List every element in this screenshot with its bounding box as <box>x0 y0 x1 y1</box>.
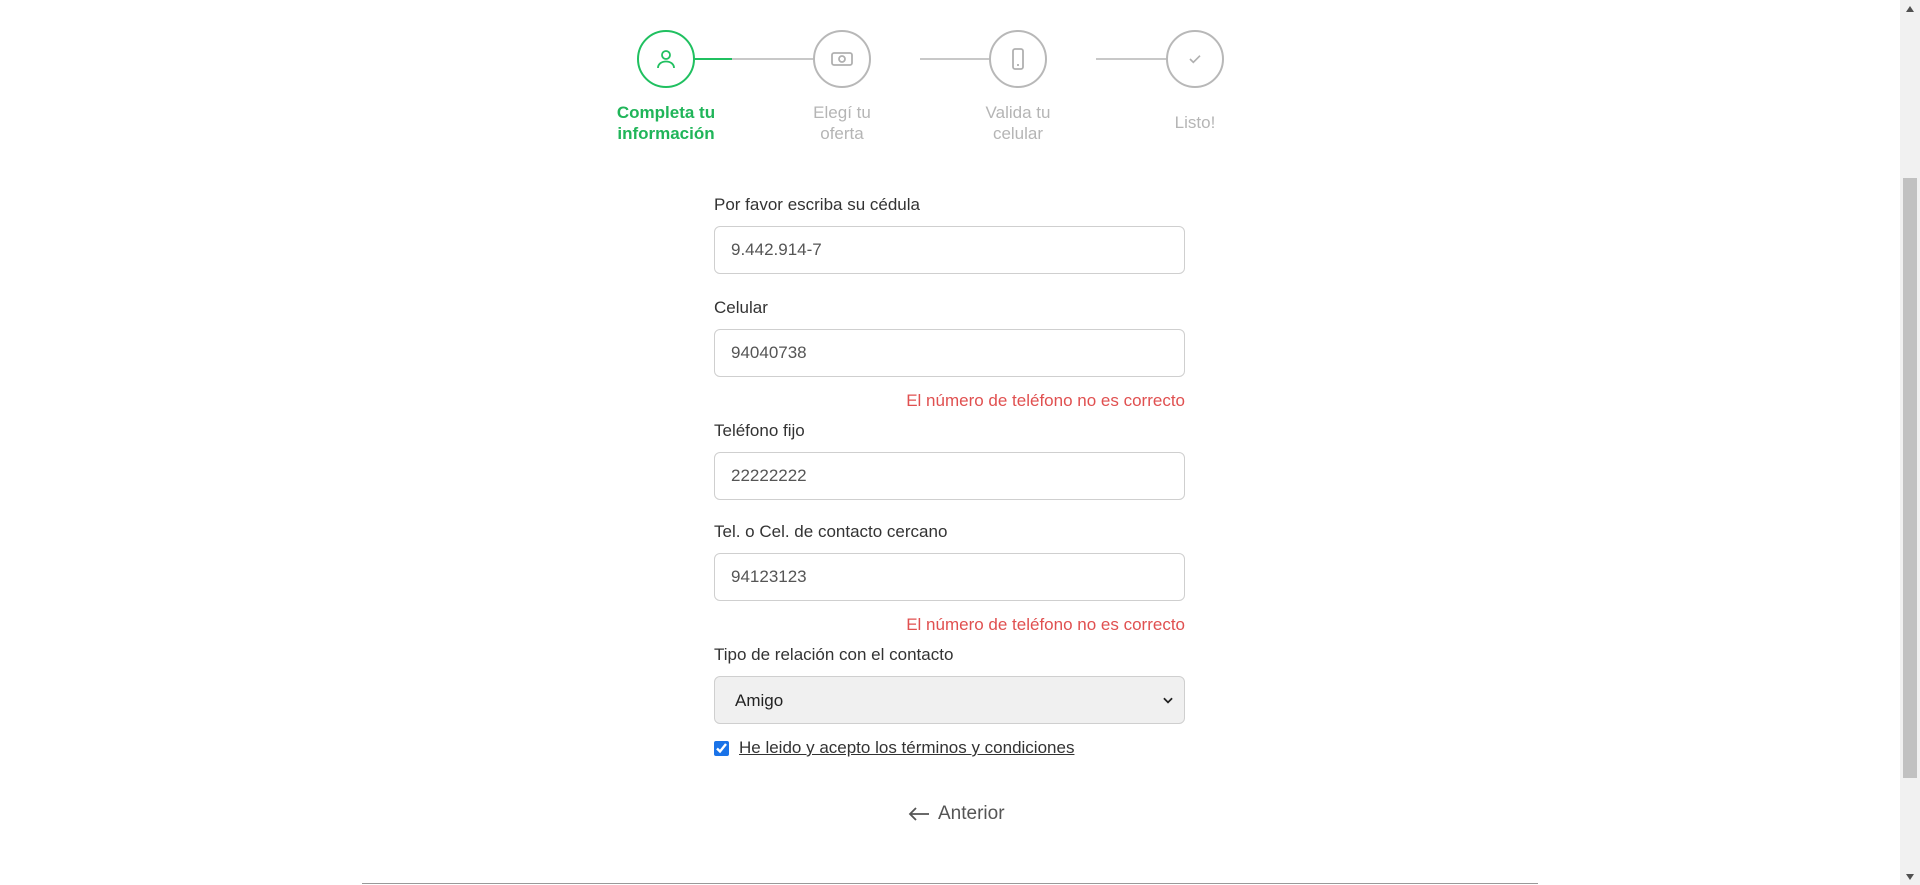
cedula-label: Por favor escriba su cédula <box>714 195 920 214</box>
phone-icon <box>1012 48 1024 70</box>
scrollbar-thumb[interactable] <box>1903 178 1917 778</box>
terms-link[interactable]: He leido y acepto los términos y condici… <box>739 738 1074 758</box>
step-label-line2: celular <box>992 124 1044 143</box>
relacion-select-wrapper: Amigo <box>714 676 1185 724</box>
terms-row: He leido y acepto los términos y condici… <box>714 738 1185 758</box>
telefono-fijo-label: Teléfono fijo <box>714 421 805 440</box>
step-listo: Listo! <box>1135 30 1255 133</box>
step-label: Listo! <box>1135 112 1255 133</box>
personal-info-form: Por favor escriba su cédula Celular El n… <box>714 195 1185 758</box>
step-label: Valida tu celular <box>958 102 1078 144</box>
step-circle <box>1166 30 1224 88</box>
back-button[interactable]: Anterior <box>908 803 1005 825</box>
scroll-down-arrow-icon[interactable] <box>1900 868 1920 885</box>
celular-error-message: El número de teléfono no es correcto <box>906 391 1185 410</box>
step-label-line1: Elegí tu <box>813 103 871 122</box>
celular-label: Celular <box>714 298 768 317</box>
arrow-left-icon <box>908 807 929 821</box>
contacto-input[interactable] <box>714 553 1185 601</box>
step-elegi-oferta: Elegí tu oferta <box>782 30 902 144</box>
contacto-error-message: El número de teléfono no es correcto <box>906 615 1185 634</box>
check-icon <box>1189 55 1201 64</box>
step-circle <box>813 30 871 88</box>
step-label-line1: Valida tu <box>985 103 1051 122</box>
relacion-select[interactable]: Amigo <box>714 676 1185 724</box>
step-label-line2: oferta <box>820 124 864 143</box>
terms-checkbox[interactable] <box>714 740 729 756</box>
step-label-line2: información <box>617 124 715 143</box>
cedula-input[interactable] <box>714 226 1185 274</box>
step-completa-informacion: Completa tu información <box>606 30 726 144</box>
back-label: Anterior <box>938 803 1005 824</box>
step-circle <box>989 30 1047 88</box>
scrollbar[interactable] <box>1900 0 1920 885</box>
scroll-up-arrow-icon[interactable] <box>1900 0 1920 17</box>
footer-divider <box>362 883 1538 884</box>
step-label-line1: Listo! <box>1174 113 1216 132</box>
celular-input[interactable] <box>714 329 1185 377</box>
step-label: Completa tu información <box>606 102 726 144</box>
step-label: Elegí tu oferta <box>782 102 902 144</box>
step-label-line1: Completa tu <box>616 103 716 122</box>
money-icon <box>831 52 853 66</box>
user-icon <box>657 50 675 69</box>
relacion-label: Tipo de relación con el contacto <box>714 645 954 664</box>
step-circle <box>637 30 695 88</box>
step-valida-celular: Valida tu celular <box>958 30 1078 144</box>
contacto-label: Tel. o Cel. de contacto cercano <box>714 522 948 541</box>
progress-stepper: Completa tu información Elegí tu oferta … <box>617 30 1242 150</box>
telefono-fijo-input[interactable] <box>714 452 1185 500</box>
